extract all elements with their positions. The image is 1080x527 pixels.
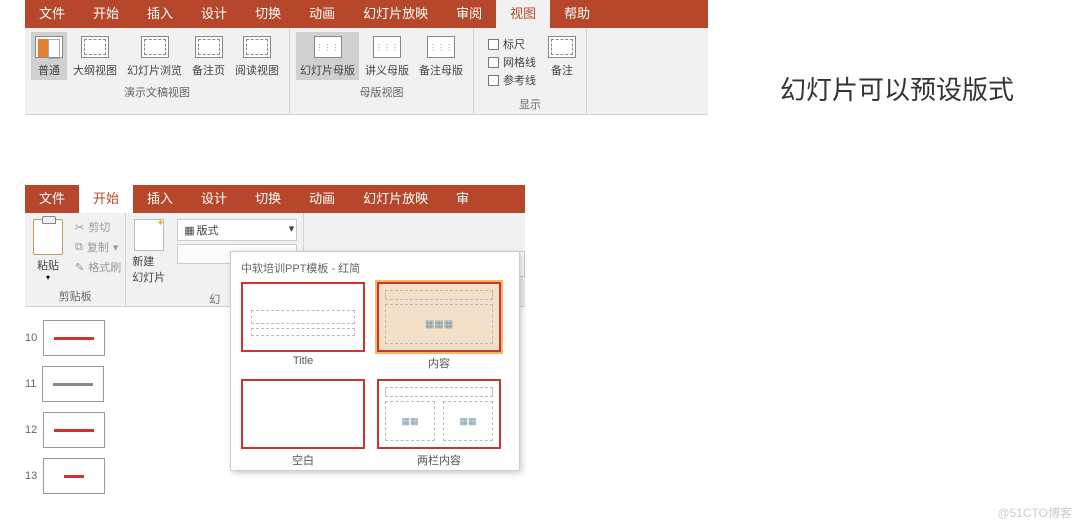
group-label: 显示 (519, 96, 541, 112)
layout-option-title[interactable]: Title (241, 282, 365, 371)
group-label: 剪贴板 (25, 288, 125, 304)
layout-gallery-dropdown: 中软培训PPT模板 - 红简 Title ▦▦▦ 内容 空白 ▦▦▦▦ 两栏内容 (230, 251, 520, 471)
btn-format-painter[interactable]: ✎格式刷 (75, 259, 121, 275)
btn-new-slide[interactable]: 新建 幻灯片 (126, 213, 171, 287)
btn-paste[interactable]: 粘贴 ▾ (25, 213, 71, 284)
gallery-header: 中软培训PPT模板 - 红简 (241, 260, 509, 276)
menu-slideshow[interactable]: 幻灯片放映 (349, 185, 442, 213)
menu-bar-top: 文件 开始 插入 设计 切换 动画 幻灯片放映 审阅 视图 帮助 (25, 0, 708, 28)
menu-help[interactable]: 帮助 (550, 0, 604, 28)
check-gridlines[interactable]: 网格线 (488, 54, 536, 70)
group-label: 母版视图 (360, 84, 404, 100)
menu-review[interactable]: 审阅 (442, 0, 496, 28)
layout-option-blank[interactable]: 空白 (241, 379, 365, 468)
layout-option-content[interactable]: ▦▦▦ 内容 (377, 282, 501, 371)
menu-file[interactable]: 文件 (25, 185, 79, 213)
menu-insert[interactable]: 插入 (133, 0, 187, 28)
group-label: 演示文稿视图 (124, 84, 190, 100)
view-ribbon-panel: 文件 开始 插入 设计 切换 动画 幻灯片放映 审阅 视图 帮助 普通 大纲视图… (25, 0, 708, 115)
slide-thumb-10[interactable]: 10 (25, 320, 125, 356)
annotation-caption: 幻灯片可以预设版式 (780, 70, 1014, 107)
ribbon-view: 普通 大纲视图 幻灯片浏览 备注页 阅读视图 演示文稿视图 幻灯片母版 讲义母版… (25, 28, 708, 115)
check-guides[interactable]: 参考线 (488, 72, 536, 88)
btn-copy[interactable]: ⧉复制 ▾ (75, 239, 121, 255)
btn-layout-dropdown[interactable]: ▦版式 (177, 219, 297, 241)
btn-cut[interactable]: ✂剪切 (75, 219, 121, 235)
menu-transition[interactable]: 切换 (241, 0, 295, 28)
btn-notes-page[interactable]: 备注页 (188, 32, 229, 80)
check-ruler[interactable]: 标尺 (488, 36, 536, 52)
btn-reading-view[interactable]: 阅读视图 (231, 32, 283, 80)
menu-home[interactable]: 开始 (79, 0, 133, 28)
btn-outline-view[interactable]: 大纲视图 (69, 32, 121, 80)
menu-home[interactable]: 开始 (79, 185, 133, 213)
group-show: 标尺 网格线 参考线 备注 显示 (474, 28, 587, 114)
menu-animation[interactable]: 动画 (295, 185, 349, 213)
menu-view[interactable]: 视图 (496, 0, 550, 28)
menu-transition[interactable]: 切换 (241, 185, 295, 213)
group-presentation-views: 普通 大纲视图 幻灯片浏览 备注页 阅读视图 演示文稿视图 (25, 28, 290, 114)
slide-thumb-11[interactable]: 11 (25, 366, 125, 402)
clipboard-icon (33, 219, 63, 255)
scissors-icon: ✂ (75, 221, 84, 234)
group-master-views: 幻灯片母版 讲义母版 备注母版 母版视图 (290, 28, 474, 114)
btn-slide-sorter[interactable]: 幻灯片浏览 (123, 32, 186, 80)
menu-design[interactable]: 设计 (187, 185, 241, 213)
btn-handout-master[interactable]: 讲义母版 (361, 32, 413, 80)
menu-file[interactable]: 文件 (25, 0, 79, 28)
new-slide-icon (134, 219, 164, 251)
btn-notes-master[interactable]: 备注母版 (415, 32, 467, 80)
menu-slideshow[interactable]: 幻灯片放映 (349, 0, 442, 28)
slide-thumbnail-panel: 10 11 12 13 (25, 320, 125, 494)
btn-slide-master[interactable]: 幻灯片母版 (296, 32, 359, 80)
watermark: @51CTO博客 (997, 504, 1072, 521)
layout-option-two-content[interactable]: ▦▦▦▦ 两栏内容 (377, 379, 501, 468)
menu-bar-bottom: 文件 开始 插入 设计 切换 动画 幻灯片放映 审 (25, 185, 525, 213)
menu-animation[interactable]: 动画 (295, 0, 349, 28)
brush-icon: ✎ (75, 261, 84, 274)
slide-thumb-12[interactable]: 12 (25, 412, 125, 448)
copy-icon: ⧉ (75, 241, 83, 254)
menu-review-trunc[interactable]: 审 (442, 185, 483, 213)
menu-insert[interactable]: 插入 (133, 185, 187, 213)
btn-normal-view[interactable]: 普通 (31, 32, 67, 80)
slide-thumb-13[interactable]: 13 (25, 458, 125, 494)
menu-design[interactable]: 设计 (187, 0, 241, 28)
btn-notes[interactable]: 备注 (544, 32, 580, 92)
